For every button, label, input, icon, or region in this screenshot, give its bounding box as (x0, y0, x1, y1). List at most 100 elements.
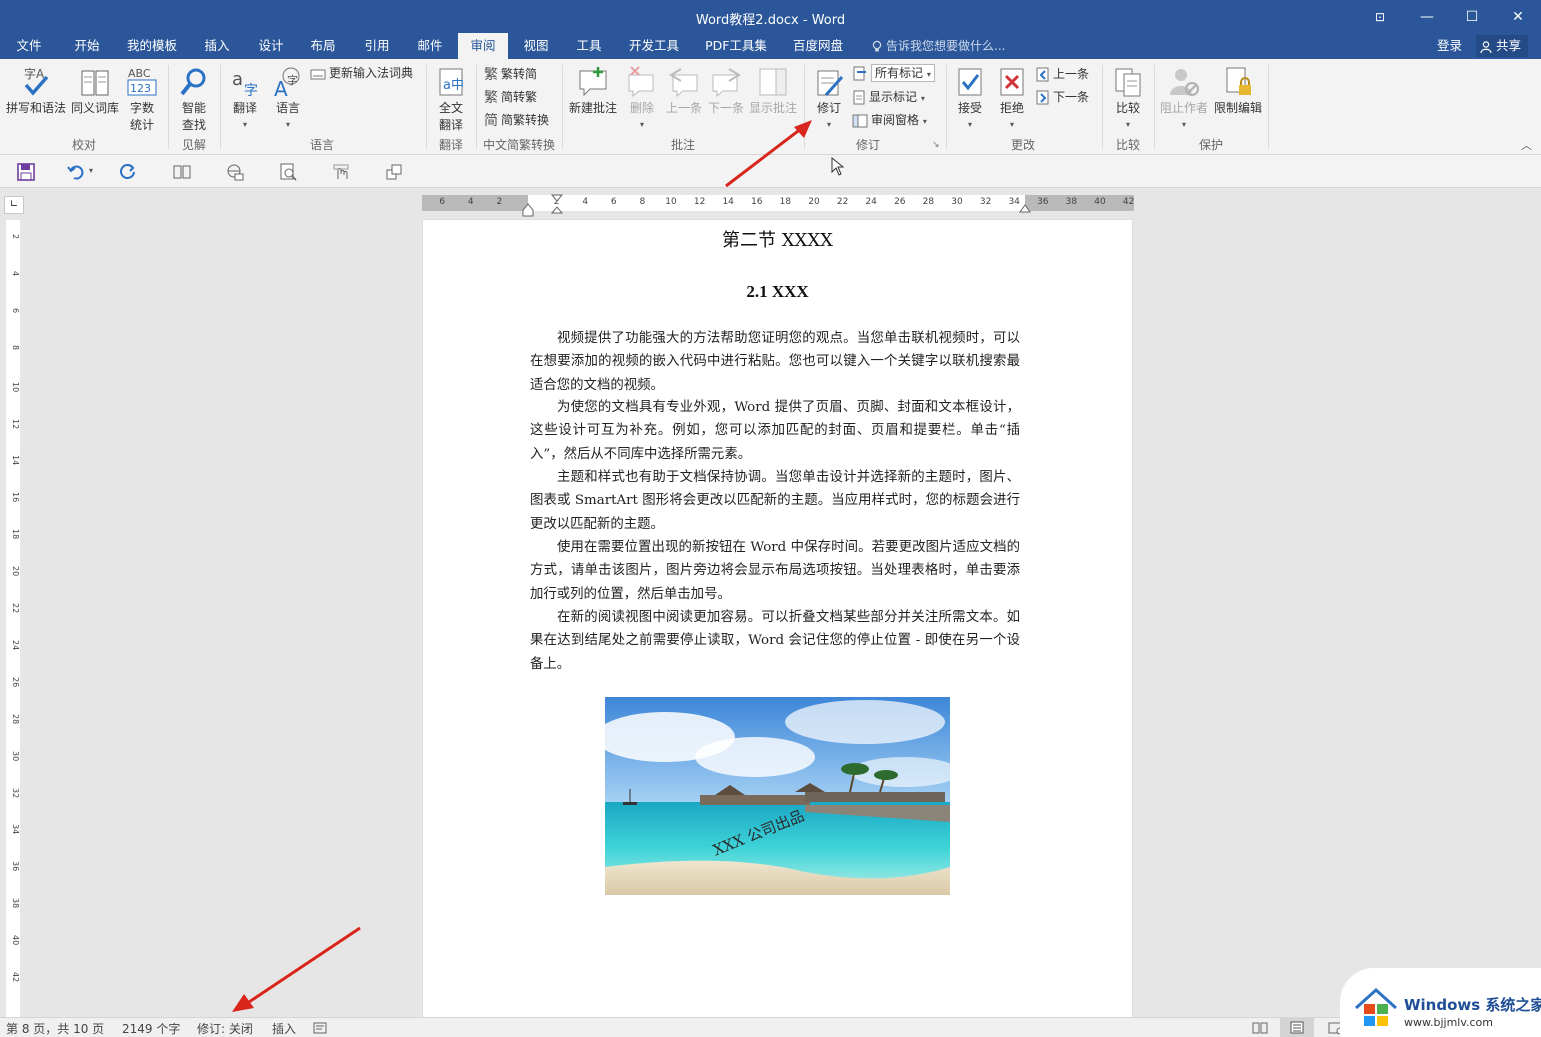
collapse-ribbon-icon[interactable]: ︿ (1521, 137, 1532, 153)
conversion-char-icon: 简 (484, 112, 498, 129)
redo-icon[interactable] (118, 162, 138, 182)
chevron-down-icon: ▾ (826, 120, 831, 129)
next-change-label: 下一条 (1053, 90, 1090, 104)
markup-display-select[interactable]: 所有标记 ▾ (852, 63, 935, 83)
compare-button[interactable]: 比较 ▾ (1106, 65, 1150, 130)
new-comment-button[interactable]: 新建批注 (566, 65, 620, 116)
share-button[interactable]: 共享 (1476, 35, 1528, 57)
document-translate-icon: a中 (439, 68, 464, 96)
tab-review[interactable]: 审阅 (458, 33, 508, 59)
beach-photo[interactable]: XXX 公司出品 (605, 697, 950, 895)
spelling-grammar-button[interactable]: 字A 拼写和语法 (4, 65, 68, 116)
show-comments-button[interactable]: 显示批注 (748, 65, 798, 116)
chevron-down-icon: ▾ (1009, 120, 1014, 129)
read-mode-icon[interactable] (172, 162, 192, 182)
insert-mode-status[interactable]: 插入 (272, 1020, 296, 1037)
show-markup-button[interactable]: 显示标记 ▾ (852, 87, 925, 107)
chinese-conversion-label: 简繁转换 (501, 113, 550, 127)
ruler-number: 2 (496, 197, 503, 207)
next-change-button[interactable]: 下一条 (1036, 87, 1089, 107)
read-mode-view-icon[interactable] (1252, 1021, 1268, 1035)
right-indent-marker-icon[interactable] (1019, 203, 1031, 213)
tab-home[interactable]: 开始 (62, 33, 112, 59)
tab-developer[interactable]: 开发工具 (622, 33, 686, 59)
minimize-button[interactable]: — (1405, 4, 1449, 30)
ruler-number: 18 (779, 197, 792, 207)
document-page[interactable]: 第二节 XXXX 2.1 XXX 视频提供了功能强大的方法帮助您证明您的观点。当… (423, 220, 1132, 1017)
accept-button[interactable]: 接受 ▾ (950, 65, 990, 130)
tab-my-templates[interactable]: 我的模板 (120, 33, 184, 59)
tell-me-search[interactable]: 告诉我您想要做什么... (872, 33, 1005, 59)
smart-lookup-label-1: 智能 (181, 101, 206, 115)
ruler-number: 12 (11, 418, 20, 429)
reject-label: 拒绝 (999, 101, 1024, 115)
word-count-button[interactable]: ABC 123 字数 统计 (122, 65, 162, 133)
chinese-conversion-button[interactable]: 简简繁转换 (484, 110, 549, 130)
smart-lookup-button[interactable]: 智能 查找 (172, 65, 216, 133)
word-count-status[interactable]: 2149 个字 (122, 1020, 180, 1037)
undo-icon[interactable] (66, 162, 86, 182)
simplified-to-traditional-button[interactable]: 繁简转繁 (484, 87, 537, 107)
previous-comment-button[interactable]: 上一条 (664, 65, 704, 116)
tab-file[interactable]: 文件 (4, 33, 54, 59)
tab-view[interactable]: 视图 (511, 33, 561, 59)
tab-pdf-tools[interactable]: PDF工具集 (700, 33, 772, 59)
vertical-ruler[interactable]: 2 4 6 8 10 12 14 16 18 20 22 24 26 28 30 32 34 36 38 40 42 (6, 220, 20, 1017)
thesaurus-button[interactable]: 同义词库 (70, 65, 120, 116)
translate-button[interactable]: a字 翻译 ▾ (224, 65, 266, 130)
previous-comment-icon (669, 68, 698, 98)
tab-mailings[interactable]: 邮件 (405, 33, 455, 59)
print-preview-icon[interactable] (278, 162, 298, 182)
tab-selector[interactable]: ∟ (4, 196, 24, 214)
delete-comment-button[interactable]: 删除 ▾ (622, 65, 662, 130)
group-label-changes: 更改 (1010, 138, 1035, 152)
beach-image (605, 697, 950, 895)
ruler-number: 4 (467, 197, 474, 207)
ribbon-display-options-button[interactable]: ⊡ (1358, 4, 1402, 30)
previous-change-button[interactable]: 上一条 (1036, 64, 1089, 84)
touch-mode-icon[interactable] (331, 162, 351, 182)
group-label-tracking: 修订 (855, 138, 880, 152)
tab-references[interactable]: 引用 (352, 33, 402, 59)
chevron-down-icon: ▾ (1125, 120, 1130, 129)
dialog-launcher-icon[interactable]: ↘ (932, 140, 940, 150)
reject-button[interactable]: 拒绝 ▾ (992, 65, 1032, 130)
login-button[interactable]: 登录 (1437, 33, 1462, 59)
ruler-number: 36 (1037, 197, 1049, 207)
left-indent-marker-icon[interactable] (522, 203, 534, 217)
tab-insert[interactable]: 插入 (192, 33, 242, 59)
language-button[interactable]: A字 语言 ▾ (268, 65, 308, 130)
ruler-number: 22 (836, 197, 849, 207)
page-count-status[interactable]: 第 8 页，共 10 页 (6, 1020, 104, 1037)
window-title: Word教程2.docx - Word (695, 13, 846, 28)
web-layout-icon[interactable] (225, 162, 245, 182)
macro-record-icon[interactable] (313, 1022, 327, 1034)
block-authors-button[interactable]: 阻止作者 ▾ (1158, 65, 1210, 130)
update-ime-dictionary-button[interactable]: 更新输入法词典 (310, 63, 413, 83)
group-label-compare: 比较 (1115, 138, 1140, 152)
ruler-number: 8 (639, 197, 646, 207)
tab-tools[interactable]: 工具 (564, 33, 614, 59)
reviewing-pane-button[interactable]: 审阅窗格 ▾ (852, 110, 927, 130)
maximize-button[interactable]: ☐ (1450, 4, 1494, 30)
close-button[interactable]: ✕ (1496, 4, 1540, 30)
track-changes-status[interactable]: 修订: 关闭 (197, 1020, 253, 1037)
markup-select-value: 所有标记 (875, 66, 924, 80)
full-text-translate-button[interactable]: a中 全文 翻译 (430, 65, 472, 133)
group-separator (168, 65, 169, 149)
indent-marker-icon[interactable] (550, 193, 564, 215)
traditional-to-simplified-button[interactable]: 繁繁转简 (484, 64, 537, 84)
tab-design[interactable]: 设计 (246, 33, 296, 59)
next-comment-button[interactable]: 下一条 (706, 65, 746, 116)
svg-text:123: 123 (130, 82, 151, 95)
customize-toolbar-icon[interactable] (384, 162, 404, 182)
print-layout-view-button[interactable] (1280, 1018, 1314, 1037)
tab-baidu-netdisk[interactable]: 百度网盘 (786, 33, 850, 59)
tab-layout[interactable]: 布局 (298, 33, 348, 59)
undo-dropdown-icon[interactable]: ▾ (89, 166, 93, 175)
ruler-number: 34 (11, 824, 20, 835)
ruler-number: 18 (11, 529, 20, 540)
restrict-editing-button[interactable]: 限制编辑 (1212, 65, 1264, 116)
horizontal-ruler[interactable]: 6 4 2 2 4 6 8 10 12 14 16 18 20 22 24 26 28 30 32 34 36 38 40 4… (422, 194, 1134, 217)
save-icon[interactable] (16, 162, 36, 182)
